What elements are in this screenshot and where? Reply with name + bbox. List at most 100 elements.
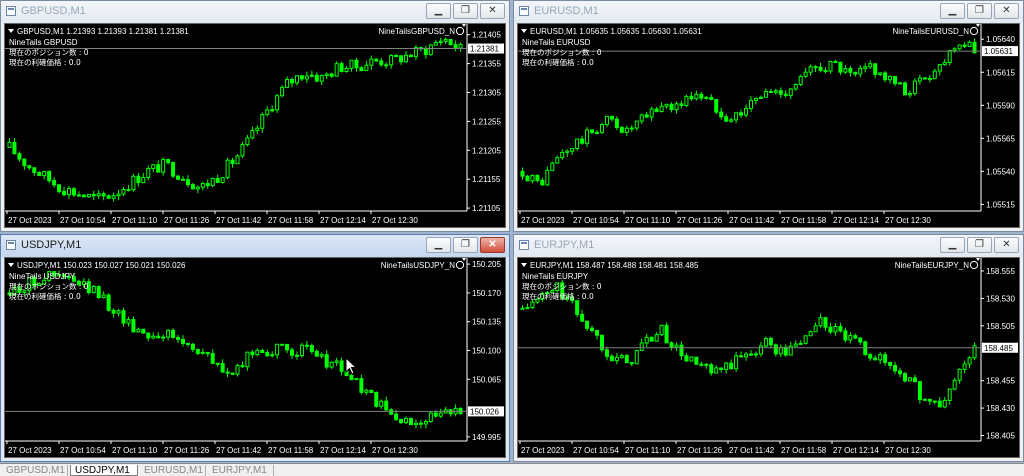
candle-body	[86, 193, 91, 198]
price-chart[interactable]: 1.05640 1.05631 1.05615 1.05590 1.05565 1.055…	[517, 23, 1020, 228]
candle-body	[957, 44, 962, 50]
chart-window-eurjpy[interactable]: EURJPY,M1 ▁ ❐ ✕ 158.555 158.530 158.505 158…	[513, 234, 1024, 462]
window-titlebar[interactable]: EURUSD,M1 ▁ ❐ ✕	[514, 1, 1023, 23]
close-button[interactable]: ✕	[994, 3, 1019, 19]
candle-body	[359, 378, 364, 393]
candle-body	[555, 157, 560, 164]
candle-body	[898, 82, 903, 85]
candle-body	[399, 55, 404, 63]
candle-body	[171, 329, 176, 338]
tab-usdjpy[interactable]: USDJPY,M1	[70, 465, 138, 476]
candle-body	[195, 186, 200, 190]
candle-body	[525, 307, 530, 310]
window-title: GBPUSD,M1	[21, 5, 86, 17]
price-chart[interactable]: 150.205 150.170 150.135 150.100 150.065 150.0…	[4, 257, 506, 458]
candle-body	[290, 79, 295, 84]
candle-body	[614, 118, 619, 129]
candle-body	[902, 82, 907, 96]
price-chart[interactable]: 1.21405 1.21381 1.21355 1.21305 1.21255 1.212…	[4, 23, 506, 228]
candlestick-chart[interactable]: 150.205 150.170 150.135 150.100 150.065 150.0…	[5, 258, 507, 459]
candle-body	[22, 158, 27, 167]
candle-body	[793, 343, 798, 347]
candle-body	[265, 109, 270, 116]
chart-window-eurusd[interactable]: EURUSD,M1 ▁ ❐ ✕ 1.05640 1.05631 1.05615 1.0…	[513, 0, 1024, 232]
chart-shift-marker-icon	[976, 24, 980, 27]
candlestick-chart[interactable]: 158.555 158.530 158.505 158.485 158.455 158.4…	[518, 258, 1021, 459]
candle-body	[443, 39, 448, 42]
chart-window-gbpusd[interactable]: GBPUSD,M1 ▁ ❐ ✕ 1.21405 1.21381 1.21355 1.2…	[0, 0, 510, 232]
window-titlebar[interactable]: USDJPY,M1 ▁ ❐ ✕	[1, 235, 509, 257]
restore-button[interactable]: ❐	[453, 3, 478, 19]
time-tick-label: 27 Oct 11:10	[625, 446, 671, 455]
time-tick-label: 27 Oct 11:42	[729, 216, 775, 225]
candle-body	[314, 74, 319, 82]
time-tick-label: 27 Oct 11:26	[164, 216, 210, 225]
chart-window-usdjpy[interactable]: USDJPY,M1 ▁ ❐ ✕ 150.205 150.170 150.135 150…	[0, 234, 510, 462]
close-button[interactable]: ✕	[480, 3, 505, 19]
candle-body	[793, 83, 798, 90]
close-button[interactable]: ✕	[994, 237, 1019, 253]
restore-button[interactable]: ❐	[967, 237, 992, 253]
expert-smiley-icon	[455, 260, 465, 270]
candle-body	[101, 193, 106, 197]
candle-body	[644, 336, 649, 344]
price-tick-label: 1.05590	[986, 101, 1015, 110]
price-tick-label: 1.05515	[986, 200, 1015, 209]
close-button[interactable]: ✕	[480, 237, 505, 253]
candle-body	[639, 114, 644, 122]
candle-body	[590, 129, 595, 133]
tab-eurusd[interactable]: EURUSD,M1	[140, 465, 206, 476]
window-titlebar[interactable]: GBPUSD,M1 ▁ ❐ ✕	[1, 1, 509, 23]
window-titlebar[interactable]: EURJPY,M1 ▁ ❐ ✕	[514, 235, 1023, 257]
current-price-label: 1.21381	[470, 45, 499, 54]
minimize-button[interactable]: ▁	[940, 3, 965, 19]
candle-body	[389, 409, 394, 415]
candle-body	[438, 40, 443, 43]
candle-body	[763, 90, 768, 98]
candle-body	[823, 70, 828, 73]
candle-body	[957, 368, 962, 381]
candle-body	[146, 167, 151, 179]
price-chart[interactable]: 158.555 158.530 158.505 158.485 158.455 158.4…	[517, 257, 1020, 458]
candle-body	[96, 193, 101, 197]
restore-button[interactable]: ❐	[967, 3, 992, 19]
candlestick-chart[interactable]: 1.05640 1.05631 1.05615 1.05590 1.05565 1.055…	[518, 24, 1021, 229]
candle-body	[106, 294, 111, 311]
time-tick-label: 27 Oct 11:10	[625, 216, 671, 225]
candle-body	[629, 127, 634, 130]
minimize-button[interactable]: ▁	[426, 237, 451, 253]
candle-body	[374, 58, 379, 62]
minimize-button[interactable]: ▁	[426, 3, 451, 19]
chart-window-icon	[6, 6, 16, 16]
candle-body	[329, 73, 334, 77]
candle-body	[438, 412, 443, 417]
time-tick-label: 27 Oct 2023	[8, 216, 52, 225]
candle-body	[364, 389, 369, 393]
candle-body	[299, 75, 304, 80]
candle-body	[580, 138, 585, 144]
tab-gbpusd[interactable]: GBPUSD,M1	[2, 465, 68, 476]
candle-body	[917, 381, 922, 401]
candle-body	[225, 159, 230, 179]
candle-body	[324, 73, 329, 77]
candle-body	[433, 412, 438, 417]
candle-body	[575, 138, 580, 150]
candle-body	[744, 353, 749, 358]
candlestick-chart[interactable]: 1.21405 1.21381 1.21355 1.21305 1.21255 1.212…	[5, 24, 507, 229]
candle-body	[868, 354, 873, 359]
tab-eurjpy[interactable]: EURJPY,M1	[208, 465, 274, 476]
candle-body	[898, 370, 903, 375]
minimize-button[interactable]: ▁	[940, 237, 965, 253]
candle-body	[141, 177, 146, 184]
candle-body	[260, 349, 265, 354]
candle-body	[967, 41, 972, 47]
candle-body	[649, 108, 654, 118]
candle-body	[843, 68, 848, 73]
candle-body	[649, 336, 654, 342]
candle-body	[858, 67, 863, 75]
candle-body	[907, 377, 912, 382]
candle-body	[245, 137, 250, 146]
restore-button[interactable]: ❐	[453, 237, 478, 253]
candle-body	[853, 335, 858, 339]
candle-body	[235, 155, 240, 165]
